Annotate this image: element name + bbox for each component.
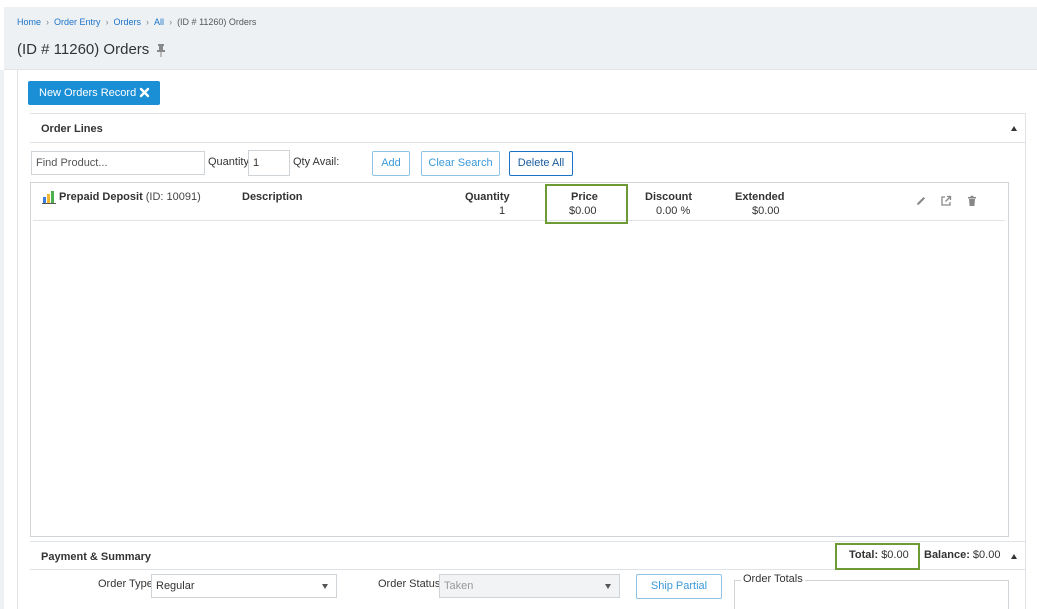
breadcrumb-order-entry[interactable]: Order Entry bbox=[54, 17, 101, 27]
balance-display: Balance: $0.00 bbox=[924, 549, 1001, 561]
quantity-label: Quantity bbox=[208, 156, 249, 168]
column-header-extended: Extended bbox=[735, 191, 785, 203]
collapse-caret-icon[interactable] bbox=[1011, 554, 1017, 559]
chevron-right-icon: › bbox=[169, 17, 173, 27]
order-status-value: Taken bbox=[444, 580, 474, 592]
column-header-discount: Discount bbox=[645, 191, 693, 203]
chevron-right-icon: › bbox=[105, 17, 109, 27]
order-totals-legend: Order Totals bbox=[741, 573, 805, 585]
panel-right-border bbox=[1025, 113, 1026, 609]
payment-summary-title: Payment & Summary bbox=[41, 551, 152, 563]
left-gutter bbox=[0, 70, 4, 609]
new-record-label: New Orders Record bbox=[39, 87, 137, 99]
ship-partial-button[interactable]: Ship Partial bbox=[636, 574, 722, 599]
page-title: (ID # 11260) Orders bbox=[17, 41, 150, 58]
product-chart-icon bbox=[42, 191, 56, 204]
price-highlight-box bbox=[545, 184, 628, 224]
page-header: Home › Order Entry › Orders › All › (ID # 11260)… bbox=[4, 7, 1037, 70]
collapse-caret-icon[interactable] bbox=[1011, 126, 1017, 131]
product-name[interactable]: Prepaid Deposit (ID: 10091) bbox=[59, 191, 201, 203]
breadcrumb-home[interactable]: Home bbox=[17, 17, 41, 27]
order-lines-grid: Prepaid Deposit (ID: 10091) Description Q… bbox=[30, 182, 1009, 537]
order-status-select: Taken bbox=[439, 574, 620, 598]
order-lines-title: Order Lines bbox=[41, 123, 103, 135]
close-icon bbox=[139, 87, 150, 98]
table-row[interactable]: Prepaid Deposit (ID: 10091) Description Q… bbox=[33, 185, 1005, 221]
order-lines-header[interactable]: Order Lines bbox=[30, 113, 1025, 143]
row-quantity: 1 bbox=[499, 205, 506, 217]
pin-icon[interactable] bbox=[156, 43, 166, 57]
product-id: (ID: 10091) bbox=[145, 191, 201, 203]
chevron-down-icon bbox=[605, 584, 611, 589]
new-orders-record-button[interactable]: New Orders Record bbox=[28, 81, 160, 105]
chevron-right-icon: › bbox=[146, 17, 150, 27]
order-status-label: Order Status bbox=[378, 578, 441, 590]
breadcrumb-current: (ID # 11260) Orders bbox=[177, 17, 257, 27]
edit-pencil-icon[interactable] bbox=[915, 195, 927, 207]
clear-search-button[interactable]: Clear Search bbox=[421, 151, 500, 176]
balance-value: $0.00 bbox=[972, 549, 1001, 561]
chevron-right-icon: › bbox=[46, 17, 50, 27]
add-button[interactable]: Add bbox=[372, 151, 410, 176]
external-link-icon[interactable] bbox=[940, 195, 952, 207]
total-highlight-box bbox=[835, 543, 920, 570]
order-type-value: Regular bbox=[156, 580, 195, 592]
order-type-label: Order Type bbox=[98, 578, 153, 590]
order-type-select[interactable]: Regular bbox=[151, 574, 337, 598]
row-extended: $0.00 bbox=[752, 205, 780, 217]
column-header-quantity: Quantity bbox=[465, 191, 510, 203]
breadcrumb-all[interactable]: All bbox=[154, 17, 164, 27]
top-strip bbox=[0, 0, 1037, 7]
trash-icon[interactable] bbox=[966, 195, 978, 207]
chevron-down-icon bbox=[322, 584, 328, 589]
breadcrumb-orders[interactable]: Orders bbox=[114, 17, 142, 27]
find-product-input[interactable] bbox=[31, 151, 205, 175]
column-header-description: Description bbox=[242, 191, 303, 203]
row-discount: 0.00 % bbox=[656, 205, 691, 217]
qty-avail-label: Qty Avail: bbox=[293, 156, 340, 168]
breadcrumb: Home › Order Entry › Orders › All › (ID # 11260)… bbox=[17, 17, 256, 27]
quantity-input[interactable] bbox=[248, 150, 290, 176]
delete-all-button[interactable]: Delete All bbox=[509, 151, 573, 176]
